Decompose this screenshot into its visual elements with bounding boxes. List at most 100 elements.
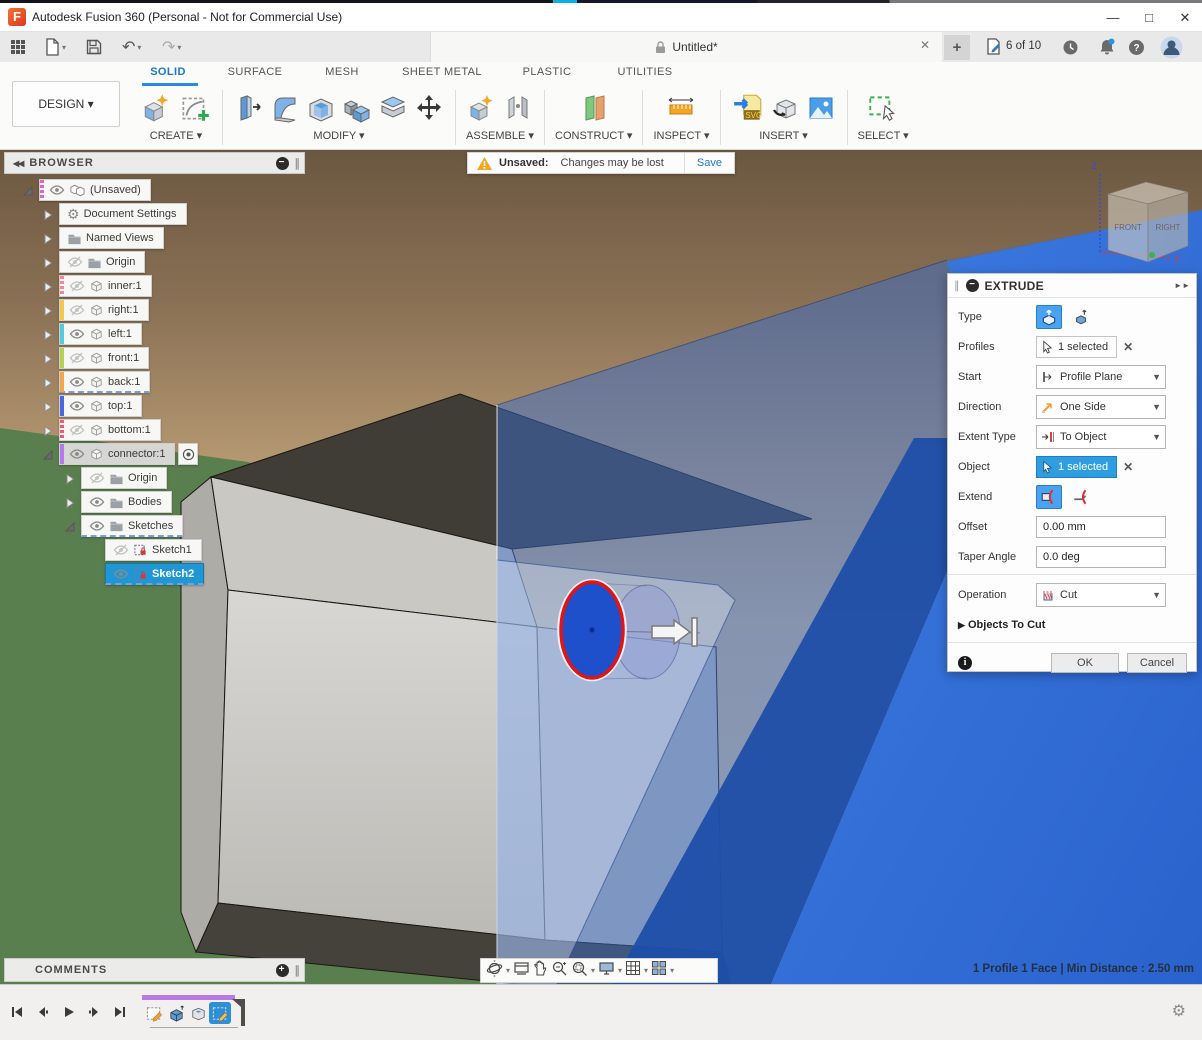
visibility-eye-icon[interactable] (69, 399, 85, 413)
viewports-icon[interactable] (651, 960, 667, 981)
object-selection-button[interactable]: 1 selected (1036, 456, 1117, 478)
expand-arrow[interactable] (64, 496, 77, 509)
browser-item-sketch1[interactable]: Sketch1 (88, 538, 202, 562)
app-grid-icon[interactable] (10, 36, 26, 58)
notifications-bell-icon[interactable] (1098, 38, 1116, 61)
avatar[interactable] (1160, 36, 1183, 64)
object-clear-icon[interactable]: ✕ (1123, 460, 1133, 474)
expand-arrow[interactable] (42, 328, 55, 341)
help-icon[interactable]: ? (1128, 39, 1145, 61)
browser-item-chip[interactable]: ⚙Document Settings (59, 203, 187, 225)
extent-type-dropdown[interactable]: To Object▼ (1036, 425, 1166, 449)
maximize-button[interactable]: □ (1132, 3, 1166, 32)
browser-item-back-1[interactable]: back:1 (42, 370, 150, 394)
close-button[interactable]: ✕ (1168, 3, 1202, 32)
timeline-step-forward-button[interactable] (86, 1005, 106, 1021)
visibility-eye-icon[interactable] (69, 279, 85, 293)
ribbon-tab-solid[interactable]: SOLID (150, 66, 186, 78)
dialog-expand-icon[interactable]: ►► (1174, 281, 1190, 290)
browser-item-chip[interactable]: inner:1 (59, 275, 152, 297)
visibility-eye-icon[interactable] (89, 471, 105, 485)
visibility-eye-icon[interactable] (69, 375, 85, 389)
visibility-eye-icon[interactable] (69, 447, 85, 461)
orbit-icon[interactable] (486, 960, 503, 982)
visibility-eye-icon[interactable] (69, 351, 85, 365)
browser-item-chip[interactable]: left:1 (59, 323, 142, 345)
expand-arrow[interactable] (42, 304, 55, 317)
profiles-clear-icon[interactable]: ✕ (1123, 340, 1133, 354)
browser-item-sketch2[interactable]: Sketch2 (88, 562, 204, 586)
construct-group-label[interactable]: CONSTRUCT ▾ (555, 129, 632, 142)
timeline-settings-gear-icon[interactable]: ⚙ (1172, 1001, 1186, 1021)
timeline-go-to-end-button[interactable] (112, 1005, 132, 1021)
browser-item-chip[interactable]: Sketches (81, 515, 183, 537)
browser-item-chip[interactable]: Bodies (81, 491, 172, 513)
expand-arrow[interactable] (22, 184, 35, 197)
workspace-switcher[interactable]: DESIGN ▾ (12, 81, 120, 127)
visibility-eye-icon[interactable] (49, 183, 65, 197)
look-at-icon[interactable] (513, 961, 530, 981)
assemble-group-label[interactable]: ASSEMBLE ▾ (466, 129, 534, 142)
browser-item-chip[interactable]: right:1 (59, 299, 149, 321)
timeline-feature-sketch1[interactable] (143, 1002, 165, 1024)
browser-resize-grip[interactable]: ∥ (295, 157, 302, 170)
browser-item-chip[interactable]: top:1 (59, 395, 142, 417)
browser-item-chip[interactable]: Origin (81, 467, 167, 489)
timeline-go-to-start-button[interactable] (8, 1005, 28, 1021)
comments-resize-grip[interactable]: ∥ (295, 964, 302, 977)
expand-arrow[interactable] (42, 400, 55, 413)
expand-arrow[interactable] (42, 376, 55, 389)
visibility-eye-icon[interactable] (113, 567, 129, 581)
shell-icon[interactable] (305, 92, 337, 124)
browser-item-chip[interactable]: Named Views (59, 227, 164, 249)
combine-icon[interactable] (341, 92, 373, 124)
visibility-eye-icon[interactable] (69, 303, 85, 317)
ribbon-tab-utilities[interactable]: UTILITIES (618, 66, 673, 78)
pan-icon[interactable] (533, 960, 548, 981)
browser-item-top-1[interactable]: top:1 (42, 394, 142, 418)
objects-to-cut-section[interactable]: ▶ Objects To Cut (958, 619, 1045, 631)
press-pull-icon[interactable] (233, 92, 265, 124)
dialog-drag-handle[interactable]: ∥ (954, 279, 960, 292)
ribbon-tab-plastic[interactable]: PLASTIC (523, 66, 572, 78)
ribbon-tab-sheet-metal[interactable]: SHEET METAL (402, 66, 482, 78)
move-icon[interactable] (413, 92, 445, 124)
cancel-button[interactable]: Cancel (1127, 653, 1187, 673)
info-icon[interactable]: i (958, 656, 972, 670)
timeline-feature-sketch2-active[interactable] (209, 1002, 231, 1024)
dialog-collapse-icon[interactable]: − (966, 279, 979, 292)
visibility-eye-icon[interactable] (113, 543, 129, 557)
browser-item-inner-1[interactable]: inner:1 (42, 274, 152, 298)
expand-arrow[interactable] (42, 256, 55, 269)
extrude-dialog-header[interactable]: ∥ − EXTRUDE ►► (948, 274, 1196, 298)
browser-item-origin[interactable]: Origin (64, 466, 167, 490)
inspect-group-label[interactable]: INSPECT ▾ (653, 129, 709, 142)
browser-item-left-1[interactable]: left:1 (42, 322, 142, 346)
extend-faces-button[interactable] (1036, 485, 1062, 509)
ribbon-tab-mesh[interactable]: MESH (325, 66, 358, 78)
document-tab-close-icon[interactable]: ✕ (920, 38, 930, 52)
redo-button[interactable]: ↷▾ (162, 36, 181, 58)
type-extrude-button[interactable] (1036, 305, 1062, 329)
offset-input[interactable] (1036, 516, 1166, 538)
browser-collapse-all-icon[interactable]: − (276, 157, 289, 170)
browser-item-connector-1[interactable]: connector:1 (42, 442, 198, 466)
browser-header[interactable]: ◀◀ BROWSER − ∥ (4, 152, 305, 174)
canvas-icon[interactable] (805, 92, 837, 124)
create-sketch-icon[interactable] (178, 91, 212, 125)
browser-item-right-1[interactable]: right:1 (42, 298, 149, 322)
display-settings-icon[interactable] (598, 961, 615, 981)
undo-button[interactable]: ↶▾ (122, 36, 141, 58)
job-status-icon[interactable] (986, 38, 1002, 60)
browser-item-named-views[interactable]: Named Views (42, 226, 164, 250)
joint-icon[interactable] (502, 92, 534, 124)
type-thin-extrude-button[interactable] (1068, 305, 1094, 329)
browser-item-chip[interactable]: connector:1 (59, 443, 175, 465)
profiles-selection-button[interactable]: 1 selected (1036, 336, 1117, 358)
direction-dropdown[interactable]: One Side▼ (1036, 395, 1166, 419)
activate-component-radio[interactable] (178, 443, 198, 465)
timeline-step-back-button[interactable] (34, 1005, 54, 1021)
create-group-label[interactable]: CREATE ▾ (150, 129, 202, 142)
timeline-play-button[interactable] (60, 1005, 80, 1021)
browser-item-chip[interactable]: Origin (59, 251, 145, 273)
